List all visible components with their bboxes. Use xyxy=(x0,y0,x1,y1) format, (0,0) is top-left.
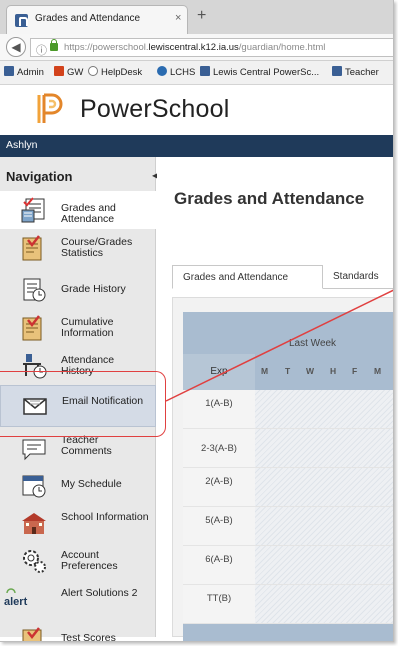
sidebar-item-alert-solutions[interactable]: alert Alert Solutions 2 xyxy=(0,580,156,618)
teacher-comments-icon xyxy=(22,439,46,461)
powerschool-icon xyxy=(4,66,14,76)
powerschool-favicon-icon xyxy=(15,14,28,27)
day-header: T xyxy=(285,366,291,376)
day-header: F xyxy=(352,366,358,376)
sidebar-item-grades-attendance[interactable]: Grades and Attendance xyxy=(0,191,156,229)
user-bar: Ashlyn xyxy=(0,135,393,157)
table-footer xyxy=(183,624,393,641)
table-row-cells xyxy=(255,585,393,624)
browser-window: Grades and Attendance × + ◀ ⓘ https://po… xyxy=(0,0,394,642)
table-row-cells xyxy=(255,429,393,468)
table-row-label: TT(B) xyxy=(183,585,255,624)
address-bar[interactable]: ⓘ https://powerschool.lewiscentral.k12.i… xyxy=(30,38,393,58)
grades-table-panel: Last Week Exp M T W H F M 1(A-B) 2-3(A-B… xyxy=(172,297,393,641)
bookmarks-bar: Admin GW HelpDesk LCHS Lewis Central Pow… xyxy=(0,61,393,85)
powerschool-icon xyxy=(200,66,210,76)
main-content: Grades and Attendance Grades and Attenda… xyxy=(157,157,393,641)
browser-nav-bar: ◀ ⓘ https://powerschool.lewiscentral.k12… xyxy=(0,34,393,61)
lock-icon xyxy=(50,39,58,51)
browser-tab[interactable]: Grades and Attendance × xyxy=(6,5,188,34)
powerschool-icon xyxy=(332,66,342,76)
sidebar-item-account-preferences[interactable]: Account Preferences xyxy=(0,542,156,580)
annotation-highlight-box xyxy=(0,371,166,437)
account-preferences-icon xyxy=(23,550,46,573)
bookmark-helpdesk[interactable]: HelpDesk xyxy=(88,66,142,78)
sidebar-item-course-statistics[interactable]: Course/Grades Statistics xyxy=(0,229,156,267)
cumulative-info-icon xyxy=(22,315,42,341)
table-row-cells xyxy=(255,507,393,546)
sidebar-item-label: Course/Grades Statistics xyxy=(61,236,133,259)
schedule-icon xyxy=(22,475,46,498)
svg-text:alert: alert xyxy=(4,596,28,608)
brand-name[interactable]: PowerSchool xyxy=(80,95,230,124)
sidebar-item-grade-history[interactable]: Grade History xyxy=(0,271,156,309)
day-header: H xyxy=(330,366,337,376)
table-row-cells xyxy=(255,546,393,585)
tab-title: Grades and Attendance xyxy=(35,13,141,24)
powerschool-logo-icon[interactable] xyxy=(36,93,66,125)
content-tabs: Grades and Attendance Standards xyxy=(172,265,393,289)
browser-tab-bar: Grades and Attendance × + xyxy=(0,0,393,34)
sidebar-item-cumulative-info[interactable]: Cumulative Information xyxy=(0,309,156,347)
sidebar-item-label: Grade History xyxy=(61,283,126,295)
bookmark-gw[interactable]: GW xyxy=(54,66,83,78)
table-row-label: 2(A-B) xyxy=(183,468,255,507)
sidebar-item-my-schedule[interactable]: My Schedule xyxy=(0,466,156,504)
bookmark-lewis-central[interactable]: Lewis Central PowerSc... xyxy=(200,66,319,78)
course-statistics-icon xyxy=(22,235,42,261)
page-title: Grades and Attendance xyxy=(174,189,365,208)
test-scores-icon xyxy=(22,627,42,641)
day-header: M xyxy=(374,366,382,376)
table-row-label: 6(A-B) xyxy=(183,546,255,585)
sidebar-item-label: Teacher Comments xyxy=(61,434,112,457)
close-tab-icon[interactable]: × xyxy=(175,12,181,24)
bookmark-teacher[interactable]: Teacher xyxy=(332,66,379,78)
swirl-icon xyxy=(157,66,167,76)
bookmark-lchs[interactable]: LCHS xyxy=(157,66,195,78)
last-week-header: Last Week xyxy=(289,338,337,349)
school-icon xyxy=(22,513,46,534)
sidebar-item-label: Grades and Attendance xyxy=(61,202,116,225)
sidebar-item-label: Account Preferences xyxy=(61,549,118,572)
alert-icon: alert xyxy=(4,588,28,608)
sidebar-item-label: My Schedule xyxy=(61,478,122,490)
navigation-heading: Navigation xyxy=(6,169,73,184)
sidebar-item-label: Test Scores xyxy=(61,632,116,642)
new-tab-button[interactable]: + xyxy=(197,8,206,24)
sidebar-item-label: School Information xyxy=(61,511,149,523)
day-header: W xyxy=(306,366,315,376)
days-header: M T W H F M xyxy=(255,356,393,386)
bookmark-admin[interactable]: Admin xyxy=(4,66,44,78)
table-row-label: 5(A-B) xyxy=(183,507,255,546)
tab-grades-attendance[interactable]: Grades and Attendance xyxy=(172,265,323,289)
exp-column-header: Exp xyxy=(183,354,255,390)
powerschool-header: PowerSchool xyxy=(0,85,393,135)
table-row-label: 1(A-B) xyxy=(183,390,255,429)
n-letter-icon xyxy=(54,66,64,76)
back-arrow-icon[interactable]: ◀ xyxy=(6,37,26,57)
sidebar-item-label: Alert Solutions 2 xyxy=(61,587,138,599)
url-text: https://powerschool.lewiscentral.k12.ia.… xyxy=(64,42,326,53)
grades-attendance-icon xyxy=(21,197,45,223)
sidebar-item-school-information[interactable]: School Information xyxy=(0,504,156,542)
info-icon[interactable]: ⓘ xyxy=(36,42,47,58)
globe-icon xyxy=(88,66,98,76)
table-row-label: 2-3(A-B) xyxy=(183,429,255,468)
tab-standards[interactable]: Standards xyxy=(323,265,389,289)
grades-table: Last Week Exp M T W H F M 1(A-B) 2-3(A-B… xyxy=(183,312,393,641)
table-row-cells xyxy=(255,390,393,429)
sidebar-item-label: Cumulative Information xyxy=(61,316,114,339)
student-name: Ashlyn xyxy=(6,139,38,151)
grade-history-icon xyxy=(23,278,46,302)
sidebar-item-test-scores[interactable]: Test Scores xyxy=(0,621,156,642)
day-header: M xyxy=(261,366,269,376)
table-row-cells xyxy=(255,468,393,507)
